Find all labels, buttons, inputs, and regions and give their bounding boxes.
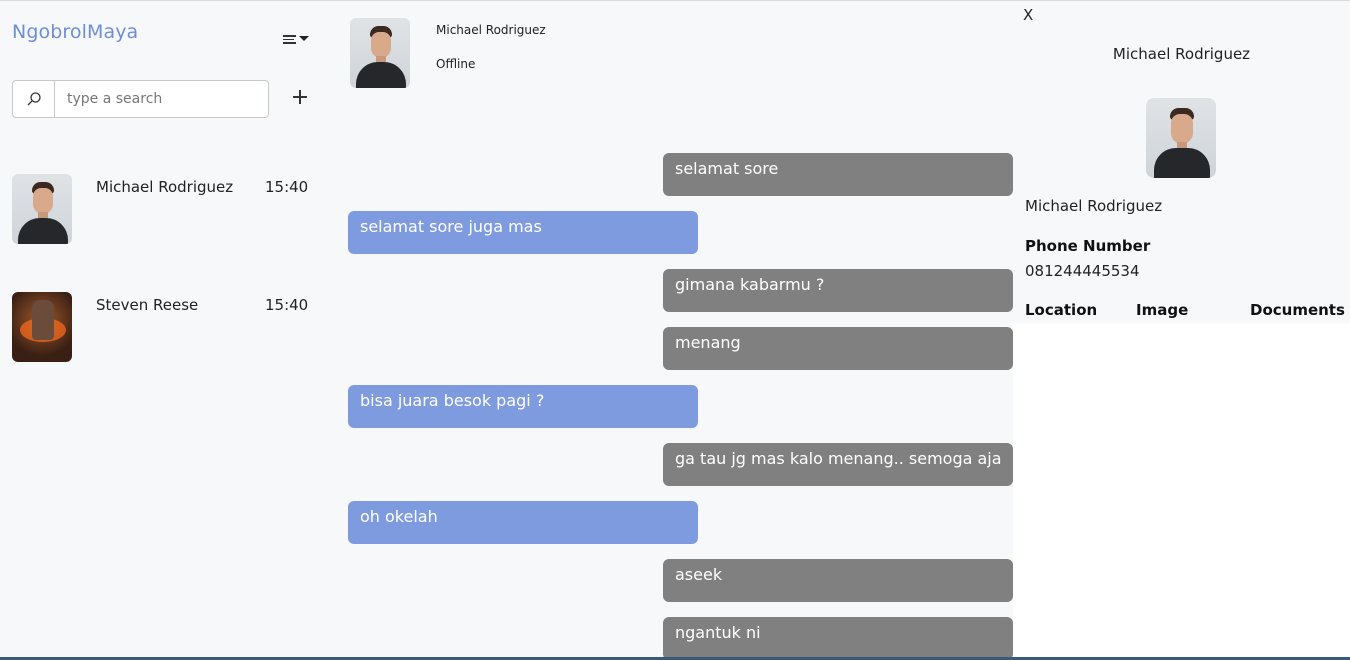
tab-content-area xyxy=(1013,323,1350,660)
message-bubble-in: oh okelah xyxy=(348,501,698,544)
message-bubble-out: gimana kabarmu ? xyxy=(663,269,1013,312)
sidebar: NgobrolMaya Michael Rodriguez xyxy=(0,1,330,660)
contact-name: Steven Reese xyxy=(96,296,199,314)
contact-time: 15:40 xyxy=(265,296,309,314)
search-input[interactable] xyxy=(54,80,269,118)
message-bubble-out: aseek xyxy=(663,559,1013,602)
close-button[interactable]: X xyxy=(1023,6,1033,24)
contact-info-panel: X Michael Rodriguez Michael Rodriguez Ph… xyxy=(1013,1,1350,660)
message-bubble-in: bisa juara besok pagi ? xyxy=(348,385,698,428)
info-tabs: Location Image Documents xyxy=(1013,299,1350,323)
brand-title: NgobrolMaya xyxy=(12,21,139,43)
contact-avatar xyxy=(12,174,72,244)
message-bubble-out: ngantuk ni xyxy=(663,617,1013,660)
search-icon xyxy=(27,92,41,106)
search-button[interactable] xyxy=(12,80,54,118)
contact-item-steven[interactable]: Steven Reese 15:40 xyxy=(12,292,312,362)
message-bubble-out: ga tau jg mas kalo menang.. semoga aja xyxy=(663,443,1013,486)
contact-name: Michael Rodriguez xyxy=(96,178,234,196)
phone-number-value: 081244445534 xyxy=(1025,262,1140,280)
phone-number-label: Phone Number xyxy=(1025,237,1151,255)
chat-header-name: Michael Rodriguez xyxy=(436,23,546,37)
menu-dropdown-button[interactable] xyxy=(283,29,315,47)
tab-location[interactable]: Location xyxy=(1025,301,1097,319)
tab-documents[interactable]: Documents xyxy=(1250,301,1345,319)
caret-down-icon xyxy=(299,35,309,41)
search-bar xyxy=(12,80,269,118)
add-chat-button[interactable] xyxy=(289,86,311,108)
contact-time: 15:40 xyxy=(265,178,309,196)
chat-header-avatar xyxy=(350,18,410,88)
chat-header-status: Offline xyxy=(436,57,476,71)
contact-avatar xyxy=(12,292,72,362)
info-title: Michael Rodriguez xyxy=(1112,45,1251,63)
tab-image[interactable]: Image xyxy=(1136,301,1188,319)
message-bubble-out: menang xyxy=(663,327,1013,370)
message-bubble-in: selamat sore juga mas xyxy=(348,211,698,254)
contact-item-michael[interactable]: Michael Rodriguez 15:40 xyxy=(12,174,312,244)
chat-app: NgobrolMaya Michael Rodriguez xyxy=(0,0,1350,660)
menu-icon xyxy=(283,35,296,44)
info-avatar xyxy=(1146,98,1216,178)
info-name: Michael Rodriguez xyxy=(1025,197,1163,215)
message-bubble-out: selamat sore xyxy=(663,153,1013,196)
